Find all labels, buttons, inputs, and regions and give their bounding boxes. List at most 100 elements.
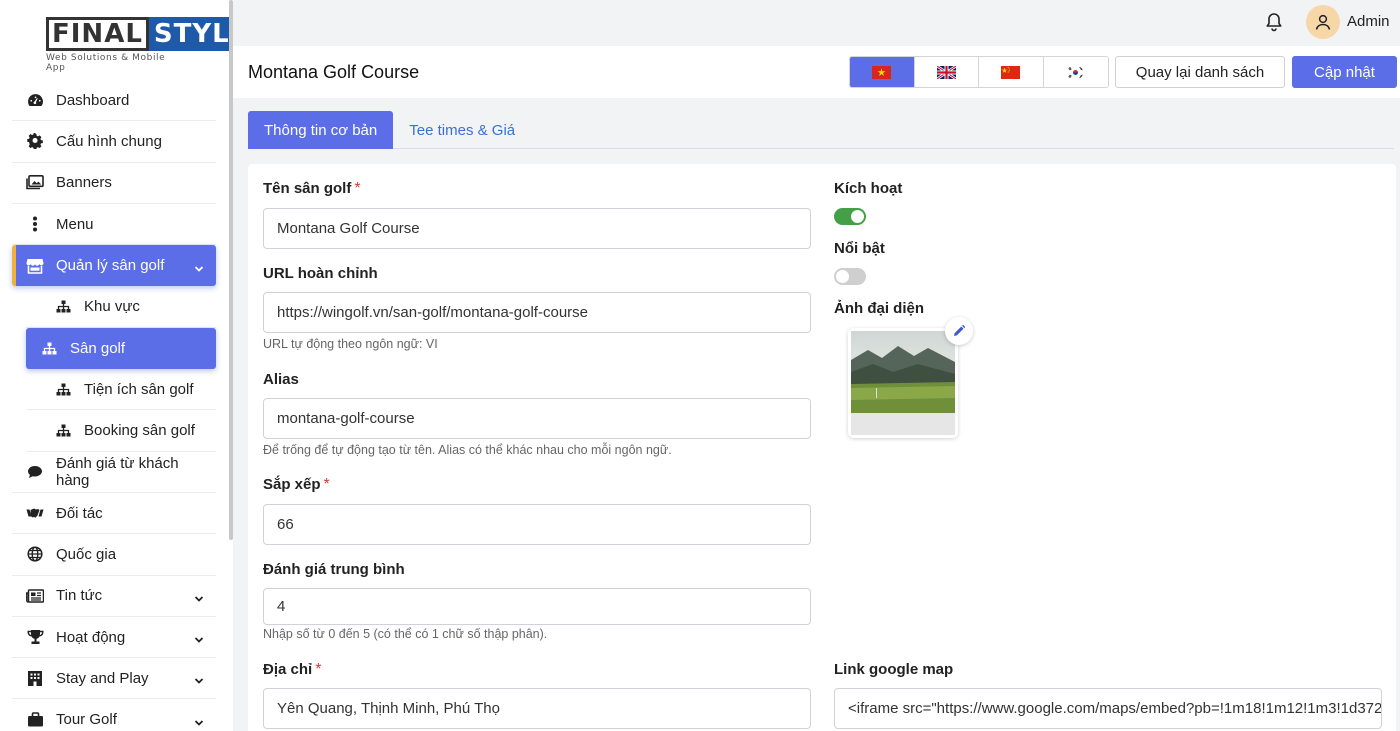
url-field-label-row: URL hoàn chỉnh <box>263 265 378 283</box>
sidebar-nav: Dashboard Cấu hình chung Banners Menu Qu… <box>12 80 216 731</box>
sidebar-item-countries[interactable]: Quốc gia <box>12 534 216 576</box>
lang-button-zh[interactable] <box>979 57 1044 87</box>
golf-course-photo <box>848 328 958 438</box>
sidebar-item-stay-and-play[interactable]: Stay and Play <box>12 658 216 700</box>
trophy-icon <box>26 628 44 646</box>
lang-button-en[interactable] <box>914 57 979 87</box>
image-field-label-row: Ảnh đại diện <box>834 300 924 318</box>
average-rating-input[interactable]: 4 <box>263 588 811 625</box>
sidebar-item-label: Đối tác <box>56 504 103 522</box>
rating-field-label-row: Đánh giá trung bình <box>263 561 405 579</box>
sidebar-item-label: Đánh giá từ khách hàng <box>55 454 179 489</box>
sitemap-icon <box>40 339 58 357</box>
sidebar-item-label: Cấu hình chung <box>56 132 162 150</box>
user-name[interactable]: Admin <box>1347 13 1390 30</box>
toggle-knob <box>836 270 849 283</box>
hotel-icon <box>26 669 44 687</box>
toggle-knob <box>851 210 864 223</box>
back-to-list-button[interactable]: Quay lại danh sách <box>1115 56 1285 88</box>
featured-label: Nổi bật <box>834 240 885 257</box>
lang-button-vi[interactable] <box>850 57 915 87</box>
sidebar-item-label: Booking sân golf <box>84 422 195 440</box>
uk-flag-icon <box>936 65 956 79</box>
handshake-icon <box>26 504 44 522</box>
avatar[interactable] <box>1306 5 1340 39</box>
alias-label: Alias <box>263 371 299 388</box>
sidebar: FINAL STYLE Web Solutions & Mobile App D… <box>0 0 254 731</box>
required-marker: * <box>323 476 330 493</box>
topbar: Admin <box>233 0 1400 46</box>
store-icon <box>26 257 44 275</box>
edit-image-button[interactable] <box>945 317 973 345</box>
name-label: Tên sân golf <box>263 180 352 197</box>
sidebar-item-label: Tiện ích sân golf <box>84 380 194 398</box>
sidebar-item-reviews[interactable]: Đánh giá từ khách hàng <box>12 452 216 493</box>
active-label: Kích hoạt <box>834 180 903 197</box>
sidebar-item-banners[interactable]: Banners <box>12 163 216 204</box>
sidebar-item-golf-amenities[interactable]: Tiện ích sân golf <box>26 369 216 411</box>
alias-input[interactable]: montana-golf-course <box>263 398 811 439</box>
briefcase-icon <box>26 711 44 729</box>
sitemap-icon <box>54 298 72 316</box>
image-label: Ảnh đại diện <box>834 300 924 317</box>
vi-flag-icon <box>872 65 892 79</box>
pencil-icon <box>954 325 965 336</box>
page-title: Montana Golf Course <box>248 62 420 82</box>
alias-field-label-row: Alias <box>263 371 299 389</box>
tab-bar: Thông tin cơ bản Tee times & Giá <box>248 111 1394 149</box>
golf-name-input[interactable]: Montana Golf Course <box>263 208 811 249</box>
sidebar-item-label: Quản lý sân golf <box>56 257 165 275</box>
bell-icon[interactable] <box>1265 12 1283 32</box>
tab-tee-times-price[interactable]: Tee times & Giá <box>393 111 531 149</box>
sidebar-item-menu[interactable]: Menu <box>12 204 216 246</box>
globe-icon <box>26 545 44 563</box>
comment-icon <box>26 463 44 481</box>
sort-order-input[interactable]: 66 <box>263 504 811 545</box>
sidebar-item-dashboard[interactable]: Dashboard <box>12 80 216 122</box>
url-label: URL hoàn chỉnh <box>263 265 378 282</box>
logo-tagline: Web Solutions & Mobile App <box>46 53 166 73</box>
sidebar-item-label: Menu <box>56 215 94 233</box>
rating-label: Đánh giá trung bình <box>263 561 405 578</box>
page-header: Montana Golf Course Quay lại danh sách C… <box>233 46 1400 98</box>
required-marker: * <box>315 661 322 678</box>
sidebar-item-golf-course[interactable]: Sân golf <box>26 327 216 370</box>
rating-help-text: Nhập số từ 0 đến 5 (có thể có 1 chữ số t… <box>263 627 548 641</box>
sidebar-item-golf-management[interactable]: Quản lý sân golf <box>12 245 216 287</box>
sidebar-item-tour-golf[interactable]: Tour Golf <box>12 699 216 731</box>
user-icon <box>1315 14 1331 30</box>
full-url-input[interactable]: https://wingolf.vn/san-golf/montana-golf… <box>263 292 811 333</box>
chevron-down-icon <box>194 673 204 685</box>
brand-logo[interactable]: FINAL STYLE Web Solutions & Mobile App <box>46 17 254 73</box>
map-label: Link google map <box>834 661 954 678</box>
chevron-down-icon <box>194 591 204 602</box>
featured-toggle[interactable] <box>834 268 866 285</box>
logo-mark: FINAL STYLE <box>46 17 254 51</box>
address-label: Địa chỉ <box>263 661 313 678</box>
active-toggle[interactable] <box>834 208 866 225</box>
map-field-label-row: Link google map <box>834 661 953 679</box>
sort-label: Sắp xếp <box>263 476 321 493</box>
chevron-down-icon <box>194 632 204 643</box>
lang-button-ko[interactable] <box>1043 57 1108 87</box>
logo-text-left: FINAL <box>46 17 149 51</box>
language-switcher <box>849 56 1109 88</box>
address-input[interactable]: Yên Quang, Thịnh Minh, Phú Thọ <box>263 688 811 729</box>
sidebar-item-activities[interactable]: Hoạt động <box>12 617 216 659</box>
sidebar-item-news[interactable]: Tin tức <box>12 576 216 617</box>
tab-basic-info[interactable]: Thông tin cơ bản <box>248 111 394 149</box>
update-button[interactable]: Cập nhật <box>1292 56 1397 88</box>
google-map-link-input[interactable]: <iframe src="https://www.google.com/maps… <box>834 688 1382 729</box>
featured-field-label-row: Nổi bật <box>834 240 885 258</box>
sidebar-item-region[interactable]: Khu vực <box>26 286 216 328</box>
chevron-down-icon <box>194 715 204 726</box>
sidebar-item-label: Sân golf <box>70 339 126 357</box>
sidebar-item-general-config[interactable]: Cấu hình chung <box>12 121 216 163</box>
sidebar-item-golf-booking[interactable]: Booking sân golf <box>26 410 216 452</box>
sidebar-item-partners[interactable]: Đối tác <box>12 493 216 535</box>
sidebar-item-label: Khu vực <box>84 298 140 316</box>
featured-image-thumbnail[interactable] <box>848 328 958 438</box>
cn-flag-icon <box>1001 65 1021 79</box>
sidebar-item-label: Tour Golf <box>56 711 117 729</box>
name-field-label-row: Tên sân golf * <box>263 180 361 198</box>
